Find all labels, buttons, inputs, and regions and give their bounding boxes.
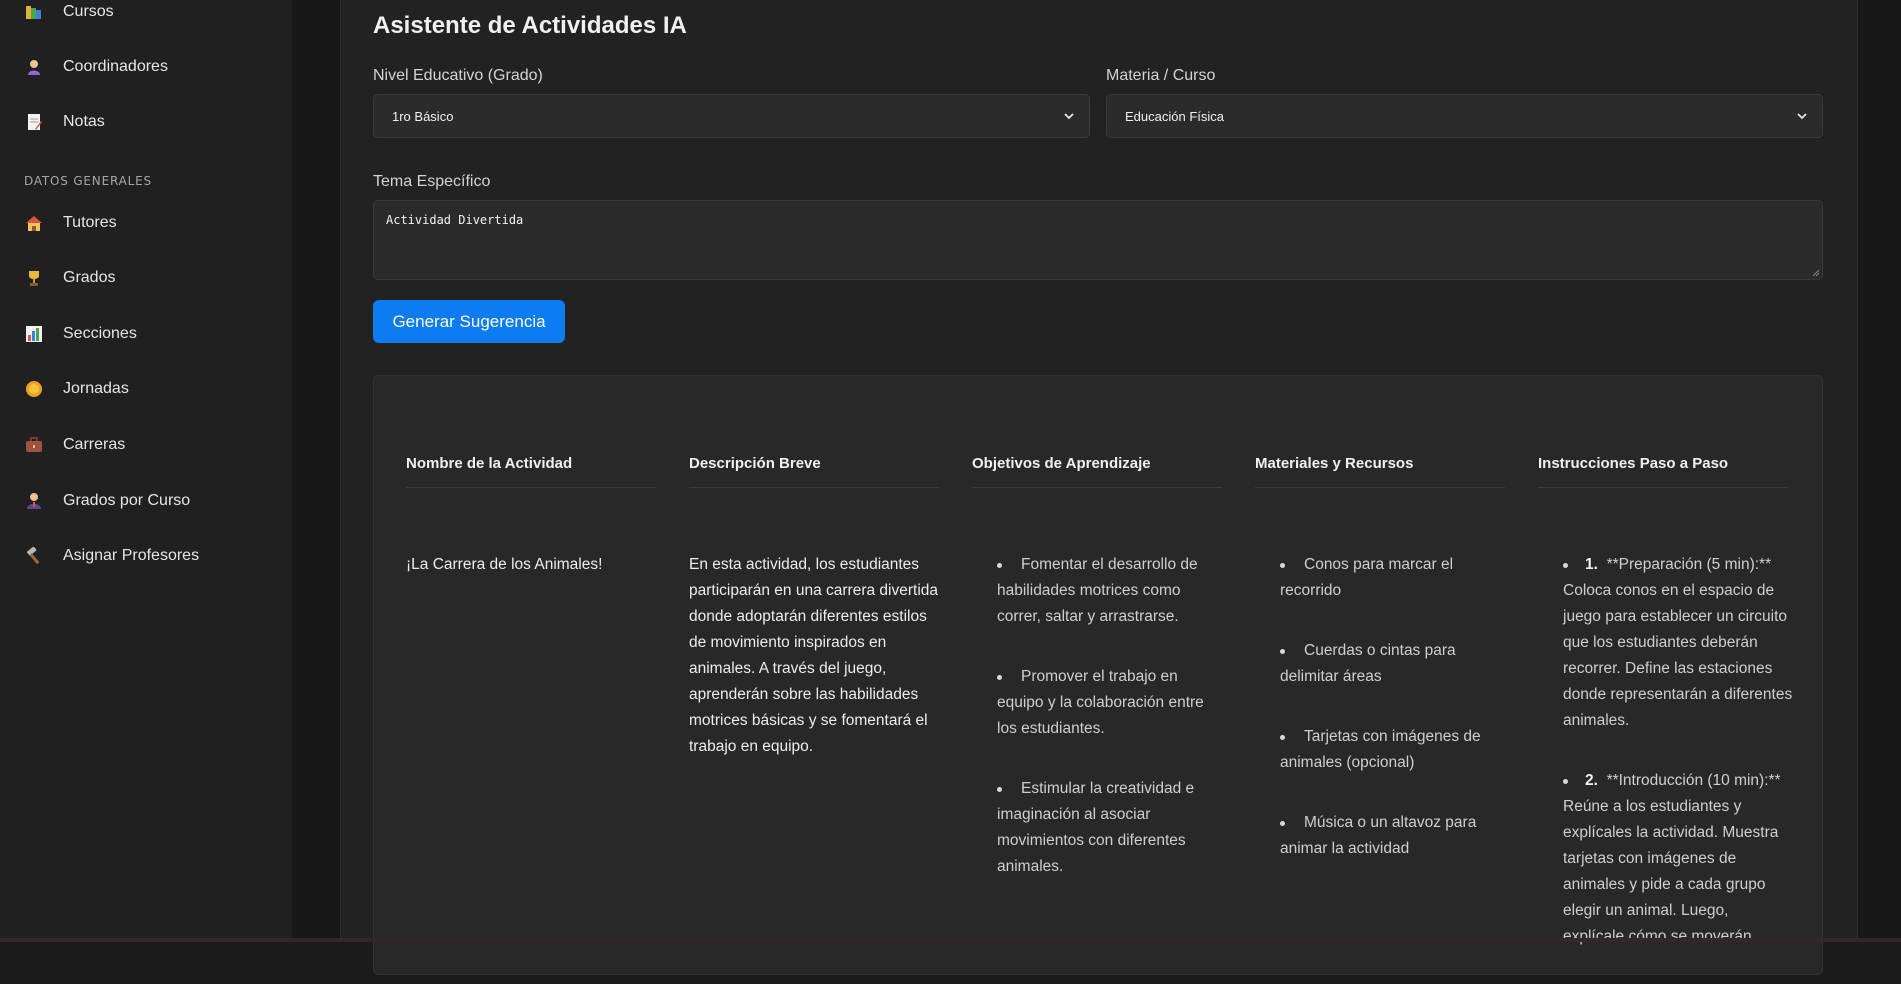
list-item: Promover el trabajo en equipo y la colab… — [997, 668, 1204, 737]
sidebar-item-asignar-profesores[interactable]: Asignar Profesores — [24, 542, 199, 570]
list-item: Tarjetas con imágenes de animales (opcio… — [1280, 728, 1481, 771]
list-item: Cuerdas o cintas para delimitar áreas — [1280, 642, 1456, 685]
header-description: Descripción Breve — [689, 455, 939, 488]
list-item: Conos para marcar el recorrido — [1280, 556, 1454, 599]
sidebar-item-carreras[interactable]: Carreras — [24, 431, 125, 459]
steps-list: 1. **Preparación (5 min):** Coloca conos… — [1563, 552, 1793, 984]
sidebar-item-jornadas[interactable]: Jornadas — [24, 375, 129, 403]
sidebar-item-label: Grados — [63, 269, 116, 286]
teacher-icon — [24, 491, 44, 511]
subject-select[interactable]: Educación Física — [1106, 94, 1823, 138]
bar-chart-icon — [24, 324, 44, 344]
house-icon — [24, 213, 44, 233]
subject-label: Materia / Curso — [1106, 67, 1216, 84]
sidebar-item-label: Carreras — [63, 436, 126, 453]
level-label: Nivel Educativo (Grado) — [373, 67, 543, 84]
sidebar-item-label: Asignar Profesores — [63, 547, 200, 564]
sun-icon — [24, 379, 44, 399]
sidebar-item-notas[interactable]: Notas — [24, 108, 105, 136]
sidebar-item-cursos[interactable]: Cursos — [24, 0, 114, 26]
sidebar-item-label: Notas — [63, 113, 105, 130]
hammer-icon — [24, 546, 44, 566]
sidebar-item-grados[interactable]: Grados — [24, 264, 115, 292]
list-item: Estimular la creatividad e imaginación a… — [997, 780, 1195, 875]
objectives-list: Fomentar el desarrollo de habilidades mo… — [997, 552, 1227, 914]
activity-name: ¡La Carrera de los Animales! — [406, 556, 603, 573]
header-objectives: Objetivos de Aprendizaje — [972, 455, 1222, 488]
topic-value: Actividad Divertida — [386, 213, 524, 227]
memo-icon — [24, 112, 44, 132]
sidebar: Cursos Coordinadores Notas DATOS GENERAL… — [0, 0, 292, 942]
list-item: 2. **Introducción (10 min):** Reúne a lo… — [1563, 772, 1781, 945]
sidebar-item-label: Coordinadores — [63, 58, 168, 75]
sidebar-item-label: Secciones — [63, 325, 137, 342]
sidebar-item-coordinadores[interactable]: Coordinadores — [24, 53, 168, 81]
bottom-strip — [0, 938, 1901, 942]
list-item: Fomentar el desarrollo de habilidades mo… — [997, 556, 1198, 625]
topic-label: Tema Específico — [373, 173, 491, 190]
list-item: Música o un altavoz para animar la activ… — [1280, 814, 1477, 857]
section-label: DATOS GENERALES — [24, 174, 152, 188]
level-select-value: 1ro Básico — [392, 108, 454, 124]
sidebar-item-label: Tutores — [63, 214, 117, 231]
sidebar-item-secciones[interactable]: Secciones — [24, 320, 137, 348]
materials-list: Conos para marcar el recorrido Cuerdas o… — [1280, 552, 1510, 896]
resize-handle-icon[interactable] — [1812, 269, 1820, 277]
activity-description: En esta actividad, los estudiantes parti… — [689, 556, 938, 755]
page-title: Asistente de Actividades IA — [373, 12, 687, 39]
sidebar-item-label: Jornadas — [63, 380, 129, 397]
books-icon — [24, 2, 44, 22]
chevron-down-icon — [1064, 113, 1074, 120]
sidebar-item-label: Cursos — [63, 3, 114, 20]
sidebar-item-label: Grados por Curso — [63, 492, 191, 509]
topic-textarea[interactable]: Actividad Divertida — [373, 200, 1823, 280]
list-item: 1. **Preparación (5 min):** Coloca conos… — [1563, 556, 1793, 729]
chevron-down-icon — [1797, 113, 1807, 120]
sidebar-item-grados-por-curso[interactable]: Grados por Curso — [24, 487, 190, 515]
briefcase-icon — [24, 435, 44, 455]
subject-select-value: Educación Física — [1125, 108, 1224, 124]
header-steps: Instrucciones Paso a Paso — [1538, 455, 1788, 488]
level-select[interactable]: 1ro Básico — [373, 94, 1090, 138]
person-icon — [24, 57, 44, 77]
sidebar-item-tutores[interactable]: Tutores — [24, 209, 117, 237]
trophy-icon — [24, 268, 44, 288]
generate-button[interactable]: Generar Sugerencia — [373, 300, 565, 343]
header-activity-name: Nombre de la Actividad — [406, 455, 656, 488]
header-materials: Materiales y Recursos — [1255, 455, 1505, 488]
